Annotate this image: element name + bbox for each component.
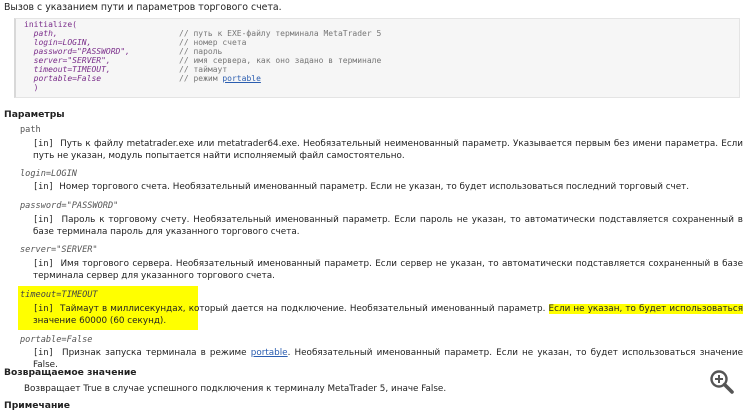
intro-text: Вызов с указанием пути и параметров торг… <box>4 2 282 13</box>
param-desc-password: [in] Пароль к торговому счету. Необязате… <box>33 214 743 238</box>
code-arg: timeout=TIMEOUT, <box>33 65 111 74</box>
code-arg: portable=False <box>33 74 102 83</box>
code-comment-text: // режим <box>179 74 223 83</box>
param-desc-portable: [in] Признак запуска терминала в режиме … <box>33 347 743 371</box>
param-tag: [in] <box>33 304 54 314</box>
code-comment: // режим portable <box>179 74 261 83</box>
code-line: server="SERVER", // имя сервера, как оно … <box>24 56 739 65</box>
param-name-server: server="SERVER" <box>20 245 98 255</box>
code-function-name: initialize <box>24 20 73 29</box>
code-comment: // номер счета <box>179 38 247 47</box>
params-heading: Параметры <box>4 109 65 120</box>
code-block: initialize( path, // путь к EXE-файлу тер… <box>14 18 740 98</box>
param-name-portable: portable=False <box>20 335 93 345</box>
code-comment: // путь к EXE-файлу терминала MetaTrader… <box>179 29 382 38</box>
return-text: Возвращает True в случае успешного подкл… <box>24 384 447 394</box>
param-tag: [in] <box>33 348 54 358</box>
param-name-timeout: timeout=TIMEOUT <box>20 290 98 300</box>
param-desc-highlight: значение 60000 (60 секунд). <box>33 316 167 326</box>
code-line: timeout=TIMEOUT, // таймаут <box>24 65 739 74</box>
param-name-path: path <box>20 125 41 135</box>
code-arg: server="SERVER", <box>33 56 111 65</box>
code-comment: // пароль <box>179 47 223 56</box>
code-line: login=LOGIN, // номер счета <box>24 38 739 47</box>
param-tag: [in] <box>33 139 54 149</box>
param-desc-server: [in] Имя торгового сервера. Необязательн… <box>33 258 743 282</box>
code-arg: password="PASSWORD", <box>33 47 130 56</box>
param-tag: [in] <box>33 182 54 192</box>
code-arg: login=LOGIN, <box>33 38 92 47</box>
zoom-in-icon[interactable] <box>708 368 736 396</box>
code-line: portable=False // режим portable <box>24 74 739 83</box>
portable-link[interactable]: portable <box>251 348 288 358</box>
param-desc-text: Путь к файлу metatrader.exe или metatrad… <box>33 139 743 161</box>
param-desc-highlight: Если не указан, то будет использоваться <box>548 304 743 314</box>
param-desc-text: Пароль к торговому счету. Необязательный… <box>33 215 743 237</box>
return-heading: Возвращаемое значение <box>4 367 137 378</box>
param-desc-text: Имя торгового сервера. Необязательный им… <box>33 259 744 281</box>
code-line-fn: initialize( <box>24 20 739 29</box>
portable-link[interactable]: portable <box>222 74 261 83</box>
param-desc-path: [in] Путь к файлу metatrader.exe или met… <box>33 138 743 162</box>
code-line-close: ) <box>24 83 739 92</box>
param-desc-timeout: [in] Таймаут в миллисекундах, который да… <box>33 303 743 327</box>
notes-heading-cut: Примечание <box>4 400 70 411</box>
code-open-paren: ( <box>72 20 77 29</box>
code-line: path, // путь к EXE-файлу терминала MetaT… <box>24 29 739 38</box>
code-comment: // имя сервера, как оно задано в термина… <box>179 56 382 65</box>
code-arg: path, <box>33 29 58 38</box>
param-desc-text: Номер торгового счета. Необязательный им… <box>59 182 690 192</box>
param-tag: [in] <box>33 259 54 269</box>
code-comment: // таймаут <box>179 65 228 74</box>
code-close-paren: ) <box>33 83 39 92</box>
param-name-login: login=LOGIN <box>20 169 77 179</box>
param-desc-login: [in] Номер торгового счета. Необязательн… <box>33 181 743 193</box>
param-name-password: password="PASSWORD" <box>20 201 119 211</box>
code-line: password="PASSWORD", // пароль <box>24 47 739 56</box>
param-desc-text: Признак запуска терминала в режиме <box>61 348 251 358</box>
param-tag: [in] <box>33 215 54 225</box>
param-desc-text: Таймаут в миллисекундах, который дается … <box>59 304 546 314</box>
